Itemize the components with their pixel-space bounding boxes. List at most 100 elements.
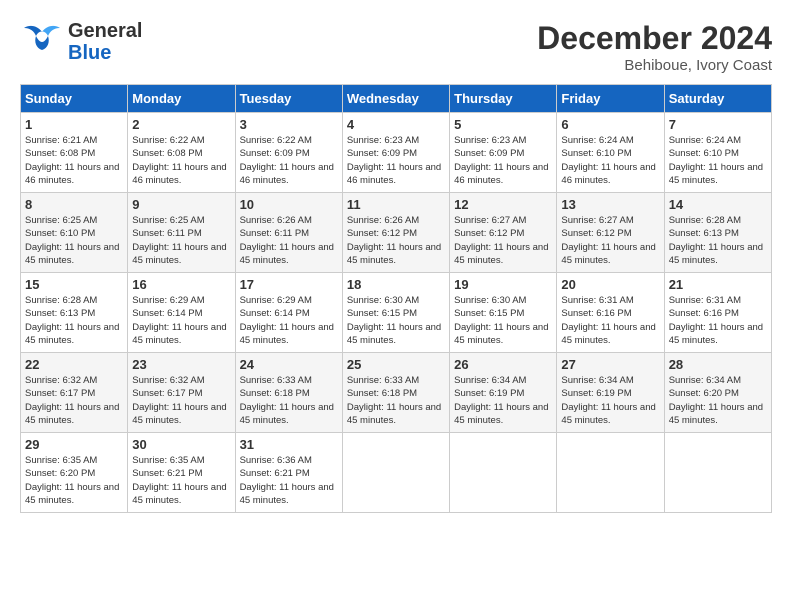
col-tuesday: Tuesday	[235, 85, 342, 113]
col-monday: Monday	[128, 85, 235, 113]
day-number: 25	[347, 357, 445, 372]
day-number: 5	[454, 117, 552, 132]
calendar-cell: 17 Sunrise: 6:29 AMSunset: 6:14 PMDaylig…	[235, 273, 342, 353]
day-number: 7	[669, 117, 767, 132]
day-number: 13	[561, 197, 659, 212]
day-info: Sunrise: 6:35 AMSunset: 6:21 PMDaylight:…	[132, 455, 226, 506]
calendar-cell: 27 Sunrise: 6:34 AMSunset: 6:19 PMDaylig…	[557, 353, 664, 433]
day-number: 22	[25, 357, 123, 372]
day-number: 11	[347, 197, 445, 212]
day-number: 30	[132, 437, 230, 452]
day-info: Sunrise: 6:22 AMSunset: 6:09 PMDaylight:…	[240, 135, 334, 186]
day-number: 29	[25, 437, 123, 452]
day-info: Sunrise: 6:33 AMSunset: 6:18 PMDaylight:…	[347, 375, 441, 426]
calendar-cell: 24 Sunrise: 6:33 AMSunset: 6:18 PMDaylig…	[235, 353, 342, 433]
calendar-cell: 8 Sunrise: 6:25 AMSunset: 6:10 PMDayligh…	[21, 193, 128, 273]
day-number: 14	[669, 197, 767, 212]
day-info: Sunrise: 6:30 AMSunset: 6:15 PMDaylight:…	[347, 295, 441, 346]
calendar-cell	[450, 433, 557, 513]
day-info: Sunrise: 6:24 AMSunset: 6:10 PMDaylight:…	[669, 135, 763, 186]
day-info: Sunrise: 6:25 AMSunset: 6:10 PMDaylight:…	[25, 215, 119, 266]
day-info: Sunrise: 6:22 AMSunset: 6:08 PMDaylight:…	[132, 135, 226, 186]
calendar-week-row: 8 Sunrise: 6:25 AMSunset: 6:10 PMDayligh…	[21, 193, 772, 273]
day-number: 10	[240, 197, 338, 212]
logo: General Blue	[20, 20, 142, 64]
day-info: Sunrise: 6:29 AMSunset: 6:14 PMDaylight:…	[240, 295, 334, 346]
day-info: Sunrise: 6:35 AMSunset: 6:20 PMDaylight:…	[25, 455, 119, 506]
day-number: 9	[132, 197, 230, 212]
calendar-cell: 5 Sunrise: 6:23 AMSunset: 6:09 PMDayligh…	[450, 113, 557, 193]
calendar-cell	[557, 433, 664, 513]
col-friday: Friday	[557, 85, 664, 113]
day-info: Sunrise: 6:34 AMSunset: 6:19 PMDaylight:…	[454, 375, 548, 426]
day-number: 20	[561, 277, 659, 292]
day-info: Sunrise: 6:36 AMSunset: 6:21 PMDaylight:…	[240, 455, 334, 506]
day-number: 15	[25, 277, 123, 292]
month-year-title: December 2024	[537, 20, 772, 57]
calendar-cell: 2 Sunrise: 6:22 AMSunset: 6:08 PMDayligh…	[128, 113, 235, 193]
day-info: Sunrise: 6:32 AMSunset: 6:17 PMDaylight:…	[132, 375, 226, 426]
calendar-cell: 25 Sunrise: 6:33 AMSunset: 6:18 PMDaylig…	[342, 353, 449, 433]
calendar-cell: 18 Sunrise: 6:30 AMSunset: 6:15 PMDaylig…	[342, 273, 449, 353]
day-info: Sunrise: 6:23 AMSunset: 6:09 PMDaylight:…	[454, 135, 548, 186]
calendar-cell: 22 Sunrise: 6:32 AMSunset: 6:17 PMDaylig…	[21, 353, 128, 433]
calendar-cell: 12 Sunrise: 6:27 AMSunset: 6:12 PMDaylig…	[450, 193, 557, 273]
page-header: General Blue December 2024 Behiboue, Ivo…	[20, 20, 772, 74]
day-number: 17	[240, 277, 338, 292]
calendar-cell: 9 Sunrise: 6:25 AMSunset: 6:11 PMDayligh…	[128, 193, 235, 273]
day-info: Sunrise: 6:25 AMSunset: 6:11 PMDaylight:…	[132, 215, 226, 266]
day-info: Sunrise: 6:24 AMSunset: 6:10 PMDaylight:…	[561, 135, 655, 186]
calendar-cell: 20 Sunrise: 6:31 AMSunset: 6:16 PMDaylig…	[557, 273, 664, 353]
logo-text: General Blue	[68, 20, 142, 64]
day-info: Sunrise: 6:34 AMSunset: 6:20 PMDaylight:…	[669, 375, 763, 426]
day-number: 28	[669, 357, 767, 372]
calendar-cell: 6 Sunrise: 6:24 AMSunset: 6:10 PMDayligh…	[557, 113, 664, 193]
day-info: Sunrise: 6:26 AMSunset: 6:12 PMDaylight:…	[347, 215, 441, 266]
col-sunday: Sunday	[21, 85, 128, 113]
day-number: 16	[132, 277, 230, 292]
calendar-header-row: Sunday Monday Tuesday Wednesday Thursday…	[21, 85, 772, 113]
general-blue-logo-icon	[20, 24, 64, 60]
title-area: December 2024 Behiboue, Ivory Coast	[537, 20, 772, 74]
calendar-cell: 29 Sunrise: 6:35 AMSunset: 6:20 PMDaylig…	[21, 433, 128, 513]
day-number: 3	[240, 117, 338, 132]
calendar-cell: 7 Sunrise: 6:24 AMSunset: 6:10 PMDayligh…	[664, 113, 771, 193]
day-info: Sunrise: 6:23 AMSunset: 6:09 PMDaylight:…	[347, 135, 441, 186]
day-info: Sunrise: 6:31 AMSunset: 6:16 PMDaylight:…	[561, 295, 655, 346]
calendar-cell: 21 Sunrise: 6:31 AMSunset: 6:16 PMDaylig…	[664, 273, 771, 353]
day-number: 19	[454, 277, 552, 292]
day-number: 23	[132, 357, 230, 372]
day-number: 18	[347, 277, 445, 292]
day-number: 12	[454, 197, 552, 212]
day-info: Sunrise: 6:32 AMSunset: 6:17 PMDaylight:…	[25, 375, 119, 426]
day-info: Sunrise: 6:31 AMSunset: 6:16 PMDaylight:…	[669, 295, 763, 346]
calendar-cell: 19 Sunrise: 6:30 AMSunset: 6:15 PMDaylig…	[450, 273, 557, 353]
day-info: Sunrise: 6:34 AMSunset: 6:19 PMDaylight:…	[561, 375, 655, 426]
day-number: 4	[347, 117, 445, 132]
calendar-week-row: 22 Sunrise: 6:32 AMSunset: 6:17 PMDaylig…	[21, 353, 772, 433]
day-number: 27	[561, 357, 659, 372]
day-info: Sunrise: 6:29 AMSunset: 6:14 PMDaylight:…	[132, 295, 226, 346]
calendar-table: Sunday Monday Tuesday Wednesday Thursday…	[20, 84, 772, 513]
calendar-cell	[664, 433, 771, 513]
day-info: Sunrise: 6:26 AMSunset: 6:11 PMDaylight:…	[240, 215, 334, 266]
day-number: 21	[669, 277, 767, 292]
day-number: 31	[240, 437, 338, 452]
day-info: Sunrise: 6:28 AMSunset: 6:13 PMDaylight:…	[669, 215, 763, 266]
day-info: Sunrise: 6:30 AMSunset: 6:15 PMDaylight:…	[454, 295, 548, 346]
calendar-cell: 28 Sunrise: 6:34 AMSunset: 6:20 PMDaylig…	[664, 353, 771, 433]
calendar-week-row: 29 Sunrise: 6:35 AMSunset: 6:20 PMDaylig…	[21, 433, 772, 513]
day-number: 6	[561, 117, 659, 132]
col-saturday: Saturday	[664, 85, 771, 113]
logo-blue: Blue	[68, 42, 111, 64]
calendar-cell: 14 Sunrise: 6:28 AMSunset: 6:13 PMDaylig…	[664, 193, 771, 273]
day-info: Sunrise: 6:28 AMSunset: 6:13 PMDaylight:…	[25, 295, 119, 346]
calendar-cell: 13 Sunrise: 6:27 AMSunset: 6:12 PMDaylig…	[557, 193, 664, 273]
calendar-cell: 10 Sunrise: 6:26 AMSunset: 6:11 PMDaylig…	[235, 193, 342, 273]
calendar-week-row: 1 Sunrise: 6:21 AMSunset: 6:08 PMDayligh…	[21, 113, 772, 193]
day-number: 2	[132, 117, 230, 132]
col-wednesday: Wednesday	[342, 85, 449, 113]
calendar-cell: 11 Sunrise: 6:26 AMSunset: 6:12 PMDaylig…	[342, 193, 449, 273]
day-number: 1	[25, 117, 123, 132]
logo-general: General	[68, 20, 142, 42]
